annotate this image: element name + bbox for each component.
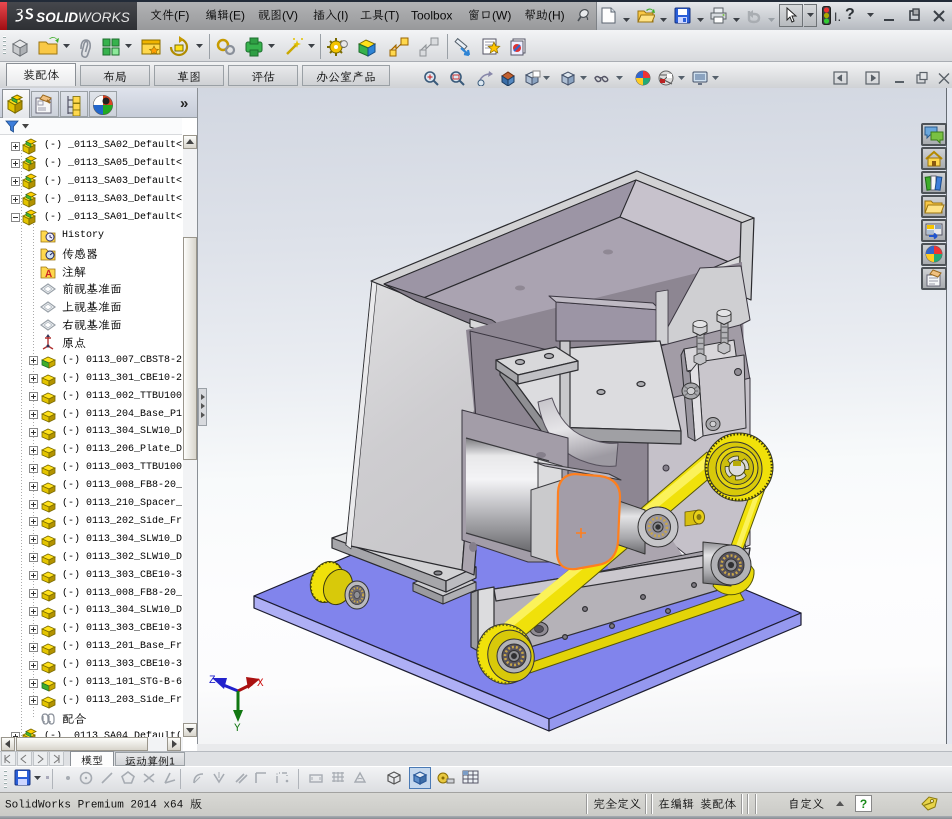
svg-text:Z: Z xyxy=(209,675,216,687)
svg-text:WORKS: WORKS xyxy=(78,10,130,25)
svg-text:SOLID: SOLID xyxy=(36,10,78,25)
svg-text:X: X xyxy=(257,678,264,690)
svg-text:Y: Y xyxy=(234,723,241,735)
svg-text:A: A xyxy=(45,269,52,280)
